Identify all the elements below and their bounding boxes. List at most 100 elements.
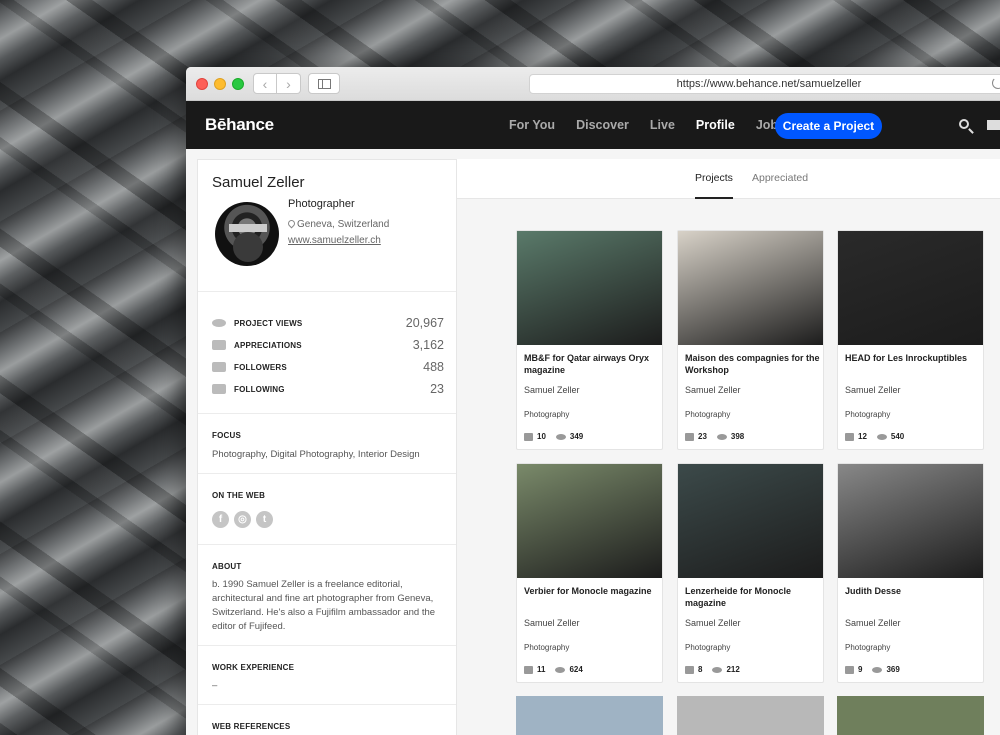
stat-following[interactable]: FOLLOWING 23 — [212, 378, 444, 400]
stat-appreciations: APPRECIATIONS 3,162 — [212, 334, 444, 356]
project-card[interactable] — [837, 696, 984, 735]
project-stats: 23 398 — [685, 432, 744, 441]
on-the-web-title: ON THE WEB — [212, 491, 266, 500]
project-stats: 12 540 — [845, 432, 904, 441]
projects-content: Projects Appreciated MB&F for Qatar airw… — [457, 159, 1000, 735]
likes-count: 23 — [698, 432, 707, 441]
divider — [198, 413, 456, 414]
reload-icon[interactable] — [992, 77, 1000, 89]
project-field: Photography — [685, 410, 731, 419]
maximize-window-button[interactable] — [232, 78, 244, 90]
avatar[interactable] — [215, 202, 279, 266]
forward-button[interactable]: › — [277, 73, 301, 94]
project-card[interactable]: Maison des compagnies for the Workshop Sa… — [677, 230, 824, 450]
divider — [198, 291, 456, 292]
project-title[interactable]: Verbier for Monocle magazine — [524, 585, 659, 597]
thumbs-up-icon[interactable] — [524, 432, 533, 441]
project-field: Photography — [685, 643, 731, 652]
project-field: Photography — [845, 410, 891, 419]
close-window-button[interactable] — [196, 78, 208, 90]
project-thumbnail[interactable] — [838, 231, 983, 345]
behance-header: Bēhance For You Discover Live Profile Jo… — [186, 101, 1000, 149]
social-links: f ◎ t — [212, 511, 278, 528]
location-pin-icon — [286, 218, 297, 229]
nav-for-you[interactable]: For You — [509, 118, 555, 132]
likes-count: 12 — [858, 432, 867, 441]
project-card[interactable]: Lenzerheide for Monocle magazine Samuel Z… — [677, 463, 824, 683]
views-count: 212 — [726, 665, 740, 674]
profile-name: Samuel Zeller — [212, 174, 305, 191]
facebook-icon[interactable]: f — [212, 511, 229, 528]
project-thumbnail[interactable] — [517, 231, 662, 345]
instagram-icon[interactable]: ◎ — [234, 511, 251, 528]
project-card[interactable] — [677, 696, 824, 735]
views-count: 624 — [569, 665, 583, 674]
behance-logo[interactable]: Bēhance — [205, 115, 274, 135]
likes-count: 9 — [858, 665, 863, 674]
thumbs-up-icon[interactable] — [685, 432, 694, 441]
project-card[interactable]: Verbier for Monocle magazine Samuel Zelle… — [516, 463, 663, 683]
project-thumbnail[interactable] — [517, 464, 662, 578]
focus-title: FOCUS — [212, 431, 241, 440]
active-tab-indicator — [695, 197, 733, 199]
project-title[interactable]: Lenzerheide for Monocle magazine — [685, 585, 820, 609]
profile-stats: PROJECT VIEWS 20,967 APPRECIATIONS 3,162… — [212, 312, 444, 400]
thumbs-up-icon — [212, 340, 226, 350]
project-field: Photography — [845, 643, 891, 652]
browser-toolbar: ‹ › https://www.behance.net/samuelzeller — [186, 67, 1000, 101]
work-experience-title: WORK EXPERIENCE — [212, 663, 295, 672]
project-card[interactable] — [516, 696, 663, 735]
views-count: 369 — [886, 665, 900, 674]
project-title[interactable]: Judith Desse — [845, 585, 980, 597]
profile-occupation: Photographer — [288, 198, 355, 210]
create-project-button[interactable]: Create a Project — [775, 113, 882, 139]
project-thumbnail[interactable] — [678, 231, 823, 345]
thumbs-up-icon[interactable] — [845, 665, 854, 674]
main-nav: For You Discover Live Profile Jobs — [509, 101, 806, 149]
views-count: 540 — [890, 432, 905, 441]
project-field: Photography — [524, 643, 570, 652]
user-arrow-icon — [212, 384, 226, 394]
twitter-icon[interactable]: t — [256, 511, 273, 528]
project-card[interactable]: Judith Desse Samuel Zeller Photography 9 369 — [837, 463, 984, 683]
project-owner[interactable]: Samuel Zeller — [685, 618, 741, 628]
address-bar[interactable]: https://www.behance.net/samuelzeller — [529, 74, 1000, 94]
project-thumbnail[interactable] — [838, 464, 983, 578]
thumbs-up-icon[interactable] — [524, 665, 533, 674]
project-card[interactable]: MB&F for Qatar airways Oryx magazine Samu… — [516, 230, 663, 450]
tab-projects[interactable]: Projects — [695, 172, 733, 184]
project-field: Photography — [524, 410, 570, 419]
nav-profile[interactable]: Profile — [696, 118, 735, 132]
profile-tabs: Projects Appreciated — [457, 159, 1000, 199]
project-title[interactable]: HEAD for Les Inrockuptibles — [845, 352, 980, 364]
minimize-window-button[interactable] — [214, 78, 226, 90]
mail-icon[interactable] — [987, 120, 1000, 130]
profile-website-link[interactable]: www.samuelzeller.ch — [288, 235, 381, 246]
profile-location: Geneva, Switzerland — [286, 218, 389, 230]
user-plus-icon — [212, 362, 226, 372]
stat-project-views: PROJECT VIEWS 20,967 — [212, 312, 444, 334]
search-icon[interactable] — [959, 119, 969, 129]
project-owner[interactable]: Samuel Zeller — [845, 618, 901, 628]
project-owner[interactable]: Samuel Zeller — [524, 385, 580, 395]
stat-followers[interactable]: FOLLOWERS 488 — [212, 356, 444, 378]
likes-count: 8 — [698, 665, 703, 674]
nav-live[interactable]: Live — [650, 118, 675, 132]
nav-discover[interactable]: Discover — [576, 118, 629, 132]
sidebar-toggle-button[interactable] — [308, 73, 340, 94]
project-card[interactable]: HEAD for Les Inrockuptibles Samuel Zeller… — [837, 230, 984, 450]
back-button[interactable]: ‹ — [253, 73, 277, 94]
profile-sidebar: Samuel Zeller Photographer Geneva, Switz… — [197, 159, 457, 735]
project-owner[interactable]: Samuel Zeller — [524, 618, 580, 628]
project-title[interactable]: Maison des compagnies for the Workshop — [685, 352, 820, 376]
thumbs-up-icon[interactable] — [685, 665, 694, 674]
project-owner[interactable]: Samuel Zeller — [685, 385, 741, 395]
project-owner[interactable]: Samuel Zeller — [845, 385, 901, 395]
tab-appreciated[interactable]: Appreciated — [752, 172, 808, 184]
eye-icon — [872, 666, 883, 673]
divider — [198, 544, 456, 545]
project-title[interactable]: MB&F for Qatar airways Oryx magazine — [524, 352, 659, 376]
thumbs-up-icon[interactable] — [845, 432, 854, 441]
project-thumbnail[interactable] — [678, 464, 823, 578]
eye-icon — [555, 433, 566, 440]
